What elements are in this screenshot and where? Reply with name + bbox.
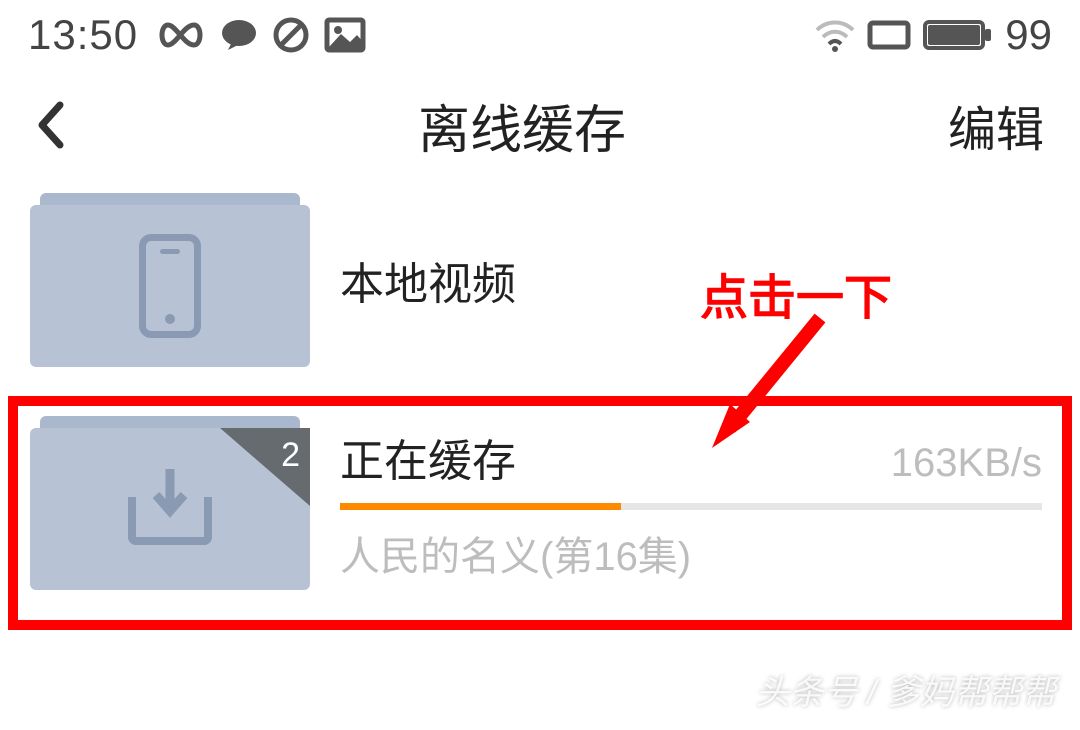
- no-entry-icon: [272, 16, 310, 54]
- infinity-icon: [156, 21, 206, 49]
- list: 本地视频 2 正在缓存 163KB/s: [0, 180, 1080, 608]
- download-speed: 163KB/s: [891, 441, 1042, 486]
- status-left: 13:50: [28, 11, 366, 59]
- nav-bar: 离线缓存 编辑: [0, 70, 1080, 180]
- edit-button[interactable]: 编辑: [948, 90, 1044, 160]
- badge-count: 2: [281, 436, 300, 475]
- progress-bar: [340, 503, 1042, 510]
- chat-icon: [220, 18, 258, 52]
- status-icons: [156, 16, 366, 54]
- folder-icon: [30, 193, 310, 367]
- battery-percent: 99: [1005, 11, 1052, 59]
- back-button[interactable]: [36, 101, 96, 149]
- sim-icon: [867, 20, 911, 50]
- local-title: 本地视频: [340, 248, 516, 312]
- chevron-left-icon: [36, 101, 64, 149]
- status-bar: 13:50: [0, 0, 1080, 70]
- caching-item[interactable]: 2 正在缓存 163KB/s 人民的名义(第16集): [0, 398, 1080, 608]
- download-icon: [128, 467, 212, 551]
- battery-icon: [923, 18, 993, 52]
- folder-icon: 2: [30, 416, 310, 590]
- phone-icon: [139, 234, 201, 338]
- local-videos-item[interactable]: 本地视频: [0, 180, 1080, 380]
- picture-icon: [324, 17, 366, 53]
- item-content: 本地视频: [340, 248, 1050, 312]
- status-right: 99: [815, 11, 1052, 59]
- status-time: 13:50: [28, 11, 138, 59]
- wifi-icon: [815, 18, 855, 52]
- caching-title: 正在缓存: [340, 425, 516, 489]
- progress-fill: [340, 503, 621, 510]
- item-content: 正在缓存 163KB/s 人民的名义(第16集): [340, 425, 1050, 582]
- caching-subtitle: 人民的名义(第16集): [340, 524, 1042, 582]
- page-title: 离线缓存: [96, 88, 948, 163]
- watermark: 头条号 / 爹妈帮帮帮: [756, 665, 1056, 714]
